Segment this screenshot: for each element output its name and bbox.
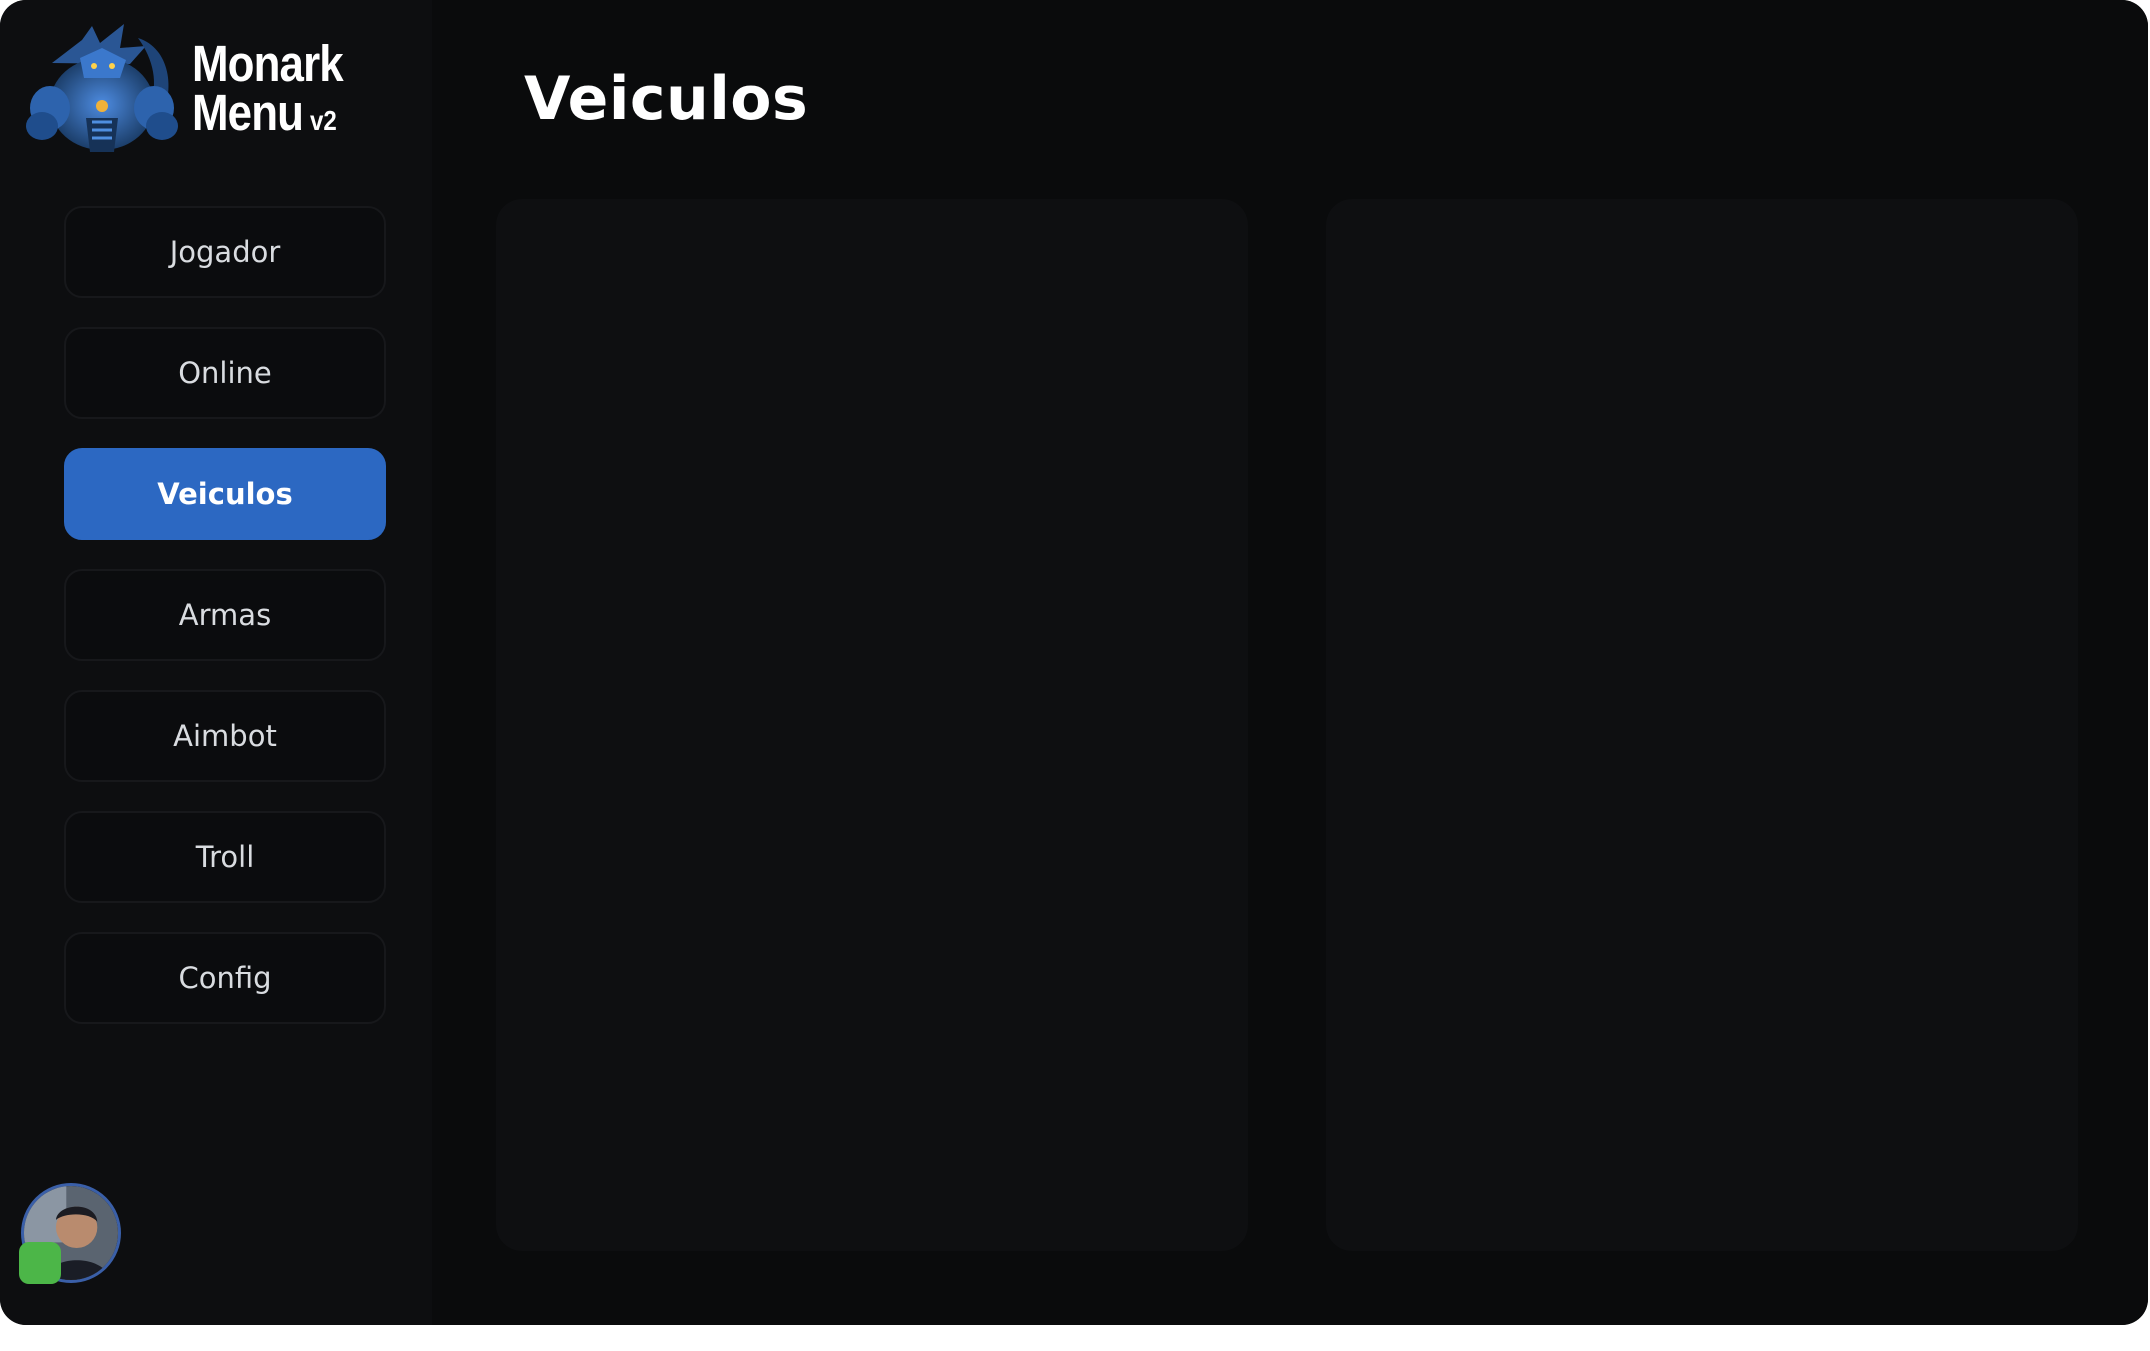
content-panel-left (496, 199, 1248, 1251)
sidebar-item-config[interactable]: Config (64, 932, 386, 1024)
sidebar-item-jogador[interactable]: Jogador (64, 206, 386, 298)
brand: Monark Menu v2 (22, 18, 367, 163)
page-title: Veiculos (524, 64, 809, 134)
brand-name-line1: Monark (192, 34, 344, 92)
sidebar-nav: Jogador Online Veiculos Armas Aimbot Tro… (64, 206, 386, 1053)
sidebar-item-armas[interactable]: Armas (64, 569, 386, 661)
brand-text: Monark Menu v2 (192, 34, 367, 138)
sidebar: Monark Menu v2 Jogador Online Veiculos Ar… (0, 0, 432, 1325)
app-window: Monark Menu v2 Jogador Online Veiculos Ar… (0, 0, 2148, 1325)
main-content: Veiculos (432, 0, 2148, 1325)
content-panel-right (1326, 199, 2078, 1251)
user-profile[interactable] (19, 1183, 123, 1285)
brand-name-menu: Menu (192, 83, 304, 141)
dragon-logo-icon (26, 24, 178, 152)
sidebar-item-veiculos[interactable]: Veiculos (64, 448, 386, 540)
online-status-badge (19, 1242, 61, 1284)
sidebar-item-online[interactable]: Online (64, 327, 386, 419)
sidebar-item-aimbot[interactable]: Aimbot (64, 690, 386, 782)
sidebar-item-troll[interactable]: Troll (64, 811, 386, 903)
brand-version: v2 (309, 104, 337, 136)
brand-name-line2: Menu v2 (192, 87, 343, 138)
